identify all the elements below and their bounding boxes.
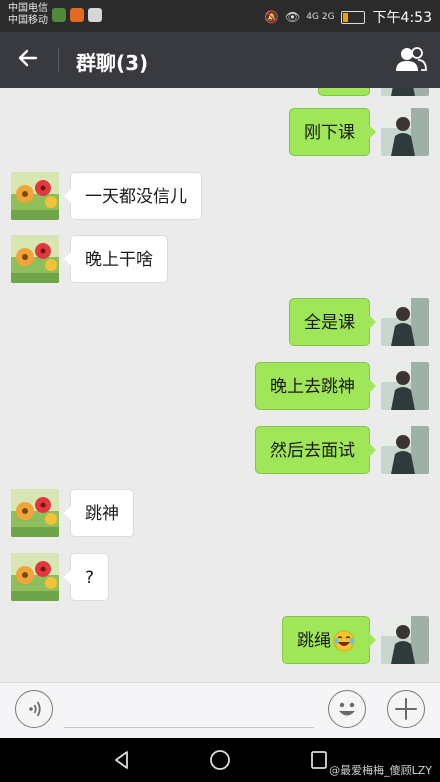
friend-avatar-image <box>11 235 59 283</box>
battery-icon <box>340 10 365 24</box>
voice-icon <box>29 701 41 717</box>
group-info-button[interactable] <box>394 44 428 76</box>
message-bubble[interactable]: 刚下课 <box>289 108 376 156</box>
carrier-2: 中国移动 <box>8 15 48 26</box>
message-bubble[interactable]: 跳神 <box>64 489 134 537</box>
chat-header: 群聊(3) <box>0 32 440 88</box>
friend-avatar-image <box>11 172 59 220</box>
self-avatar[interactable] <box>381 426 429 474</box>
taobao-notification-icon <box>70 8 84 22</box>
back-arrow-icon <box>18 49 38 67</box>
friend-avatar[interactable] <box>11 553 59 601</box>
self-avatar[interactable] <box>381 108 429 156</box>
self-avatar-image <box>381 362 429 410</box>
self-avatar[interactable] <box>381 362 429 410</box>
self-avatar-image <box>381 616 429 664</box>
watermark: @最爱梅梅_傻顾LZY <box>329 764 432 777</box>
carrier-names: 中国电信 中国移动 <box>8 3 48 27</box>
laughing-tears-emoji-icon <box>333 630 355 652</box>
self-avatar-image <box>381 88 429 96</box>
message-input[interactable] <box>64 727 314 728</box>
self-avatar[interactable] <box>381 298 429 346</box>
message-bubble[interactable]: 跳绳 <box>282 616 376 664</box>
notification-icons <box>52 8 102 22</box>
battery-level <box>342 12 349 22</box>
message-bubble-partial[interactable] <box>318 88 370 96</box>
message-bubble[interactable]: 然后去面试 <box>255 426 376 474</box>
message-bubble[interactable]: 晚上干啥 <box>64 235 168 283</box>
message-bubble[interactable]: 一天都没信儿 <box>64 172 202 220</box>
emoji-button[interactable] <box>328 690 366 728</box>
input-bar <box>0 682 440 739</box>
system-nav-bar: @最爱梅梅_傻顾LZY <box>0 738 440 782</box>
app-notification-icon <box>52 8 66 22</box>
group-members-icon <box>396 47 427 71</box>
carrier-1: 中国电信 <box>8 3 48 14</box>
back-button[interactable] <box>16 46 46 74</box>
message-bubble[interactable]: 全是课 <box>289 298 376 346</box>
header-divider <box>58 48 59 72</box>
message-bubble[interactable]: 晚上去跳神 <box>255 362 376 410</box>
self-avatar[interactable] <box>381 616 429 664</box>
smiley-icon <box>339 702 355 716</box>
friend-avatar[interactable] <box>11 489 59 537</box>
self-avatar-image <box>381 108 429 156</box>
plus-icon <box>395 698 417 720</box>
mute-icon: 🔕 <box>264 10 280 24</box>
nav-back-icon[interactable] <box>110 748 134 772</box>
message-text: 跳绳 <box>297 631 331 651</box>
voice-input-button[interactable] <box>15 690 53 728</box>
self-avatar-image <box>381 426 429 474</box>
location-notification-icon <box>88 8 102 22</box>
status-icons: 🔕 👁 4G 2G 下午4:53 <box>264 7 432 27</box>
status-bar: 中国电信 中国移动 🔕 👁 4G 2G 下午4:53 <box>0 0 440 32</box>
friend-avatar[interactable] <box>11 235 59 283</box>
self-avatar-image <box>381 298 429 346</box>
self-avatar[interactable] <box>381 88 429 96</box>
signal-icon: 4G 2G <box>306 12 335 22</box>
eye-icon: 👁 <box>285 10 301 24</box>
friend-avatar-image <box>11 489 59 537</box>
friend-avatar[interactable] <box>11 172 59 220</box>
message-list[interactable]: 刚下课 一天都没信儿 晚上干啥 全是课 晚上去跳神 然后去面试 跳神 ? 跳绳 <box>0 88 440 682</box>
chat-title: 群聊(3) <box>76 51 149 75</box>
clock: 下午4:53 <box>372 10 432 26</box>
more-button[interactable] <box>387 690 425 728</box>
nav-home-icon[interactable] <box>208 748 232 772</box>
friend-avatar-image <box>11 553 59 601</box>
message-bubble[interactable]: ? <box>63 553 110 601</box>
